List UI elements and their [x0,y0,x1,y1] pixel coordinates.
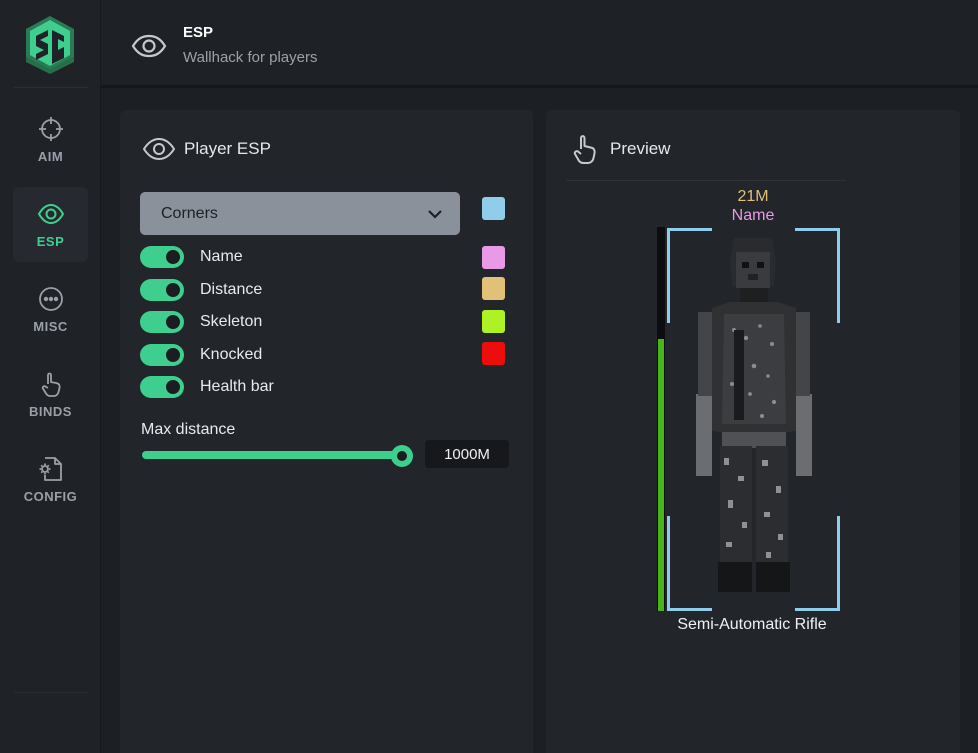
toggle-row-distance: Distance [140,278,262,302]
knocked-color-swatch[interactable] [482,342,505,365]
sidebar-item-label: MISC [33,319,68,334]
sidebar-item-label: BINDS [29,404,72,419]
distance-toggle[interactable] [140,279,184,301]
max-distance-value: 1000M [425,440,509,468]
health-bar-toggle[interactable] [140,376,184,398]
sidebar: AIM ESP MISC BINDS CONFIG [0,0,101,753]
page-header: ESP Wallhack for players [101,0,978,88]
name-toggle[interactable] [140,246,184,268]
dots-circle-icon [38,287,63,311]
toggle-row-knocked: Knocked [140,343,262,367]
sidebar-divider [14,87,88,88]
max-distance-label: Max distance [141,421,236,438]
toggle-label: Name [200,248,243,265]
skeleton-color-swatch[interactable] [482,310,505,333]
sidebar-item-config[interactable]: CONFIG [13,442,88,517]
chevron-down-icon [428,210,442,219]
toggle-label: Distance [200,281,263,298]
esp-name-label: Name [731,207,775,224]
pointer-hand-icon [41,372,61,397]
panel-title: Player ESP [184,139,271,158]
box-color-swatch[interactable] [482,197,505,220]
toggle-row-skeleton: Skeleton [140,310,262,334]
eye-icon [131,34,167,58]
sidebar-item-misc[interactable]: MISC [13,272,88,347]
preview-panel: Preview 21M Name Semi-Automatic Rifle [546,110,960,753]
eye-icon [37,203,64,225]
toggle-label: Knocked [200,346,263,363]
preview-divider [566,180,846,181]
esp-weapon-label: Semi-Automatic Rifle [677,616,827,633]
max-distance-slider-thumb[interactable] [391,445,413,467]
sidebar-item-esp[interactable]: ESP [13,187,88,262]
dropdown-value: Corners [161,205,218,222]
box-style-dropdown[interactable]: Corners [140,192,460,235]
config-file-icon [39,457,62,481]
player-model-preview [696,238,812,592]
sidebar-item-label: ESP [36,234,65,249]
health-bar-fill [658,339,664,611]
page-subtitle: Wallhack for players [183,49,318,66]
knocked-toggle[interactable] [140,344,184,366]
sidebar-item-label: CONFIG [23,489,78,504]
pointer-hand-icon [573,135,596,164]
toggle-label: Skeleton [200,313,263,330]
eye-icon [142,137,176,161]
panel-title: Preview [610,139,671,158]
name-color-swatch[interactable] [482,246,505,269]
app-logo [26,16,74,74]
max-distance-slider-track[interactable] [142,451,402,459]
sidebar-item-label: AIM [37,149,64,164]
crosshair-icon [38,117,63,141]
skeleton-toggle[interactable] [140,311,184,333]
panel-header: Player ESP [142,132,271,166]
panel-header: Preview [568,132,670,166]
page-title: ESP [183,24,214,41]
sidebar-item-aim[interactable]: AIM [13,102,88,177]
player-esp-panel: Player ESP Corners Name Distance Skeleto… [120,110,533,753]
distance-color-swatch[interactable] [482,277,505,300]
toggle-label: Health bar [200,378,274,395]
esp-distance-label: 21M [737,188,769,205]
sidebar-item-binds[interactable]: BINDS [13,357,88,432]
toggle-row-health-bar: Health bar [140,375,274,399]
toggle-row-name: Name [140,245,243,269]
sidebar-divider [14,692,88,693]
